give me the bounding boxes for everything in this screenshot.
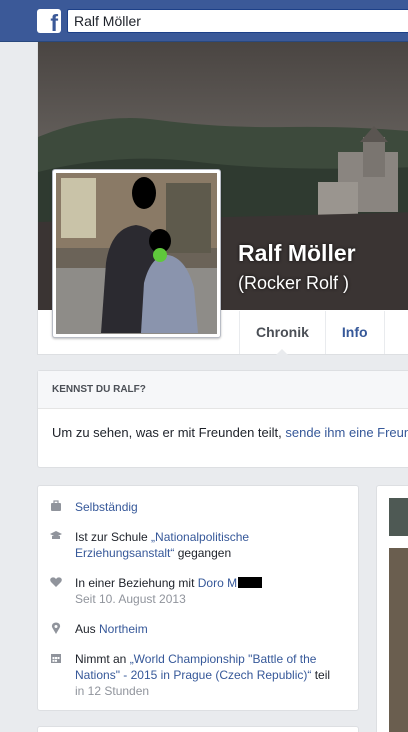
- know-ralf-text: Um zu sehen, was er mit Freunden teilt, …: [38, 409, 408, 456]
- know-ralf-heading: KENNST DU RALF?: [38, 371, 408, 409]
- redaction-box: [238, 577, 263, 588]
- relationship-prefix: In einer Beziehung mit: [75, 576, 198, 590]
- photos-card: [376, 485, 408, 732]
- intro-event-row: Nimmt an „World Championship "Battle of …: [50, 651, 347, 699]
- know-ralf-body: Um zu sehen, was er mit Freunden teilt,: [52, 425, 286, 440]
- heart-icon: [50, 575, 75, 607]
- school-prefix: Ist zur Schule: [75, 530, 152, 544]
- location-prefix: Aus: [75, 622, 100, 636]
- profile-name[interactable]: Ralf Möller: [238, 240, 356, 267]
- know-ralf-card: KENNST DU RALF? Um zu sehen, was er mit …: [37, 370, 408, 468]
- photo-thumbnail[interactable]: [389, 498, 408, 536]
- intro-card: Selbständig Ist zur Schule „Nationalpoli…: [37, 485, 359, 711]
- location-link[interactable]: Northeim: [99, 622, 148, 636]
- work-link[interactable]: Selbständig: [75, 500, 138, 514]
- send-friend-request-link[interactable]: sende ihm eine Freundschaftsanfrage.: [285, 425, 408, 440]
- profile-picture[interactable]: [52, 169, 221, 338]
- graduation-cap-icon: [50, 529, 75, 561]
- profile-nickname: (Rocker Rolf ): [238, 273, 350, 293]
- tab-chronik[interactable]: Chronik: [239, 311, 325, 355]
- intro-work-row: Selbständig: [50, 499, 347, 515]
- facebook-f-icon[interactable]: f: [37, 9, 61, 35]
- school-suffix: gegangen: [174, 546, 232, 560]
- intro-relationship-row: In einer Beziehung mit Doro M Seit 10. Au…: [50, 575, 347, 607]
- relationship-since: Seit 10. August 2013: [75, 592, 186, 606]
- next-card: [37, 726, 359, 732]
- relationship-partner-link[interactable]: Doro M: [198, 576, 237, 590]
- event-prefix: Nimmt an: [75, 652, 130, 666]
- search-input[interactable]: [67, 9, 408, 33]
- intro-school-row: Ist zur Schule „Nationalpolitische Erzie…: [50, 529, 347, 561]
- tab-more[interactable]: [383, 311, 408, 354]
- profile-tabs: Chronik Info: [239, 311, 408, 355]
- briefcase-icon: [50, 499, 75, 515]
- photo-thumbnail[interactable]: [389, 548, 408, 732]
- calendar-icon: [50, 651, 75, 699]
- location-pin-icon: [50, 621, 75, 637]
- event-suffix: teil: [311, 668, 331, 682]
- top-navigation-bar: f: [0, 0, 408, 42]
- intro-location-row: Aus Northeim: [50, 621, 347, 637]
- event-time: in 12 Stunden: [75, 684, 150, 698]
- tab-info[interactable]: Info: [324, 311, 384, 354]
